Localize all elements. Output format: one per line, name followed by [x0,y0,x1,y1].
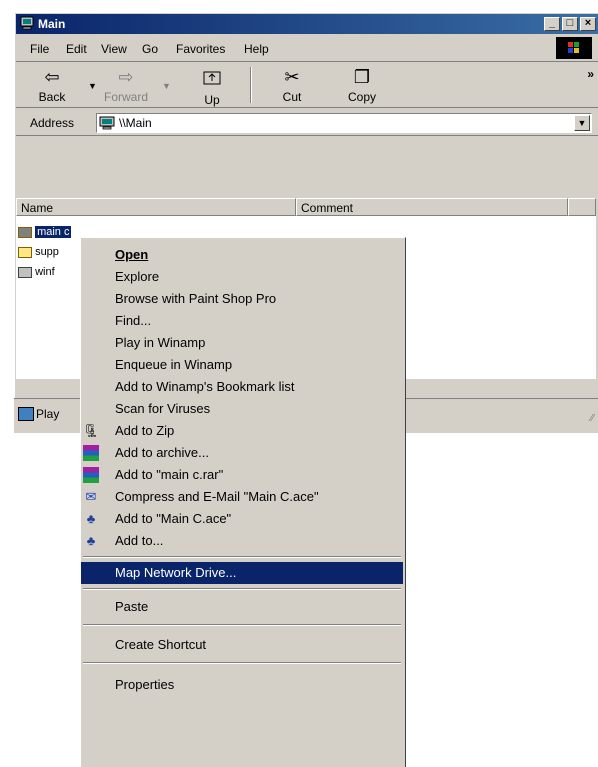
column-header-comment[interactable]: Comment [296,198,568,216]
address-label: Address [30,116,75,130]
mail-icon: ✉ [85,489,97,504]
network-icon [18,407,34,421]
menu-separator [83,624,401,626]
menu-go[interactable]: Go [142,42,158,56]
forward-dropdown-icon[interactable]: ▼ [162,81,171,91]
menu-play-winamp[interactable]: Play in Winamp [81,332,403,354]
menu-file[interactable]: File [30,42,49,56]
menu-properties[interactable]: Properties [81,674,403,696]
winrar-icon [83,467,99,483]
scissors-icon: ✂ [284,67,300,87]
menu-browse-psp[interactable]: Browse with Paint Shop Pro [81,288,403,310]
maximize-button[interactable]: □ [562,17,578,31]
up-button[interactable]: Up [184,66,240,107]
folder-icon [18,246,32,258]
menu-separator [83,556,401,558]
menu-view[interactable]: View [101,42,127,56]
column-header-extra[interactable] [568,198,596,216]
menu-compress-email[interactable]: ✉ Compress and E-Mail "Main C.ace" [81,486,403,508]
printer-icon [18,266,32,278]
menu-help[interactable]: Help [244,42,269,56]
toolbar-more-icon[interactable]: » [587,67,594,81]
close-button[interactable]: × [580,17,596,31]
menu-open[interactable]: Open [81,244,403,266]
folder-icon [18,226,32,238]
toolbar-separator [250,67,252,103]
list-item[interactable]: winf [18,266,55,282]
winace-icon: ♣ [86,511,96,526]
folder-up-icon [203,71,221,85]
computer-icon [20,16,34,30]
menu-bar: File Edit View Go Favorites Help [16,37,598,62]
menu-add-rar[interactable]: Add to "main c.rar" [81,464,403,486]
address-dropdown-button[interactable]: ▼ [574,115,590,131]
menu-map-network-drive[interactable]: Map Network Drive... [81,562,403,584]
menu-edit[interactable]: Edit [66,42,87,56]
computer-icon [99,116,115,130]
back-dropdown-icon[interactable]: ▼ [88,81,97,91]
window-title: Main [38,17,66,31]
address-value: \\Main [119,116,152,130]
column-header-name[interactable]: Name [16,198,296,216]
address-bar: Address \\Main ▼ [16,111,598,136]
toolbar: ⇦ Back ▼ ⇨ Forward ▼ Up ✂ Cut ❐ Copy » [16,63,598,108]
winzip-icon: 🗜 [83,423,100,438]
menu-add-zip[interactable]: 🗜 Add to Zip [81,420,403,442]
menu-add-archive[interactable]: Add to archive... [81,442,403,464]
menu-explore[interactable]: Explore [81,266,403,288]
windows-logo-icon [556,37,592,59]
menu-separator [83,662,401,664]
menu-add-to[interactable]: ♣ Add to... [81,530,403,552]
context-menu: Open Explore Browse with Paint Shop Pro … [80,237,406,767]
winrar-icon [83,445,99,461]
back-button[interactable]: ⇦ Back [24,66,80,104]
minimize-button[interactable]: _ [544,17,560,31]
title-bar[interactable]: Main _ □ × [16,14,598,34]
arrow-right-icon: ⇨ [118,67,134,87]
menu-scan-viruses[interactable]: Scan for Viruses [81,398,403,420]
menu-find[interactable]: Find... [81,310,403,332]
menu-enqueue-winamp[interactable]: Enqueue in Winamp [81,354,403,376]
copy-button[interactable]: ❐ Copy [334,66,390,104]
cut-button[interactable]: ✂ Cut [264,66,320,104]
menu-add-ace[interactable]: ♣ Add to "Main C.ace" [81,508,403,530]
resize-grip-icon[interactable]: ⁄⁄ [591,413,594,424]
winace-icon: ♣ [86,533,96,548]
list-item[interactable]: main c [18,226,72,242]
address-input[interactable]: \\Main ▼ [96,113,592,133]
forward-button[interactable]: ⇨ Forward [98,66,154,104]
menu-favorites[interactable]: Favorites [176,42,225,56]
menu-create-shortcut[interactable]: Create Shortcut [81,634,403,656]
list-item[interactable]: supp [18,246,59,262]
copy-icon: ❐ [353,67,371,87]
menu-separator [83,588,401,590]
status-text: Play [36,407,60,421]
menu-paste[interactable]: Paste [81,596,403,618]
arrow-left-icon: ⇦ [44,67,60,87]
menu-winamp-bookmark[interactable]: Add to Winamp's Bookmark list [81,376,403,398]
